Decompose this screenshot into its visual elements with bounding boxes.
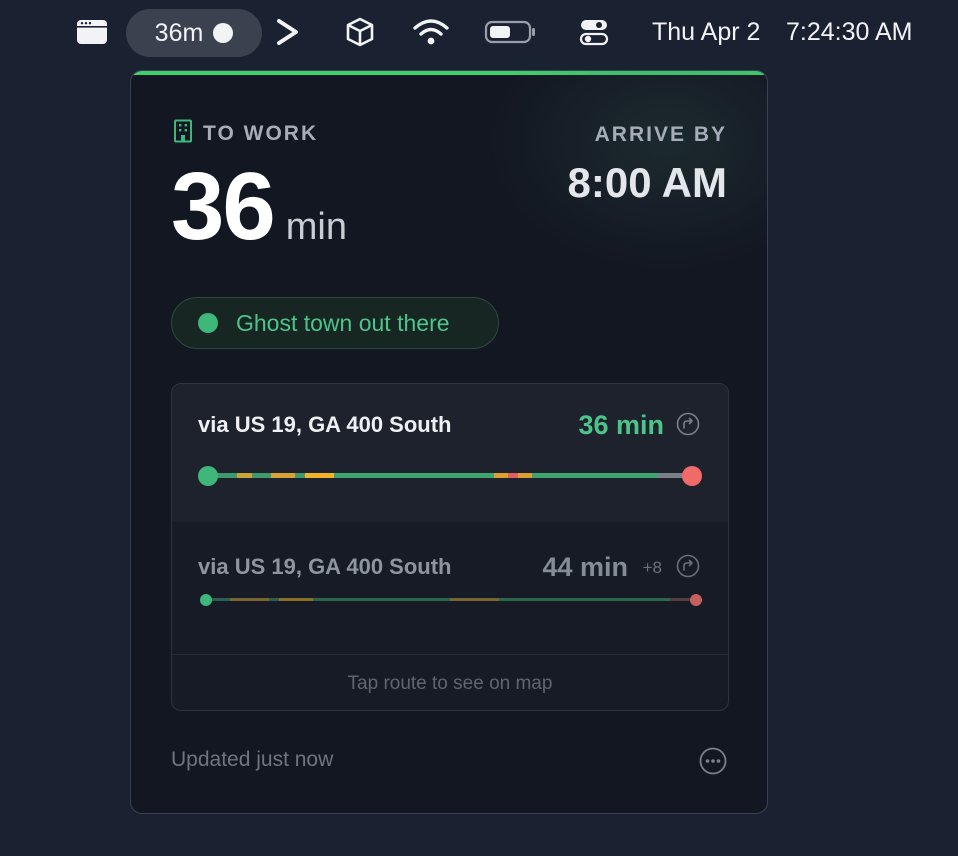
route-start-dot <box>198 466 218 486</box>
menu-bar: 36m Thu Apr 2 7:24:30 AM <box>0 0 958 64</box>
destination-header: TO WORK <box>173 119 318 148</box>
traffic-segment <box>270 473 296 478</box>
duration-value: 36 <box>171 153 276 260</box>
menubar-date[interactable]: Thu Apr 2 <box>652 0 760 64</box>
traffic-status-badge: Ghost town out there <box>171 297 499 349</box>
wifi-icon[interactable] <box>410 0 452 64</box>
traffic-segment <box>230 598 270 601</box>
traffic-segment <box>251 473 271 478</box>
status-dot-icon <box>213 23 234 43</box>
control-center-icon[interactable] <box>576 0 612 64</box>
route-option-primary[interactable]: via US 19, GA 400 South 36 min <box>172 384 728 522</box>
travel-duration: 36 min <box>171 159 347 255</box>
route-time: 36 min <box>578 410 664 440</box>
route-start-dot <box>200 594 212 606</box>
traffic-segment <box>508 473 518 478</box>
traffic-segment <box>279 598 314 601</box>
route-traffic-track <box>206 598 694 601</box>
traffic-segment <box>333 473 494 478</box>
updated-timestamp: Updated just now <box>171 748 334 771</box>
traffic-segment <box>532 473 659 478</box>
open-route-icon[interactable] <box>676 554 700 578</box>
traffic-status-text: Ghost town out there <box>236 309 450 336</box>
traffic-segment <box>304 473 334 478</box>
route-name: via US 19, GA 400 South <box>198 554 452 579</box>
traffic-segment <box>498 598 670 601</box>
commute-popover: TO WORK 36 min ARRIVE BY 8:00 AM Ghost t… <box>130 70 768 814</box>
battery-icon[interactable] <box>482 0 538 64</box>
route-name: via US 19, GA 400 South <box>198 412 452 437</box>
traffic-segment <box>237 473 252 478</box>
routes-hint: Tap route to see on map <box>172 654 728 710</box>
route-time-delta: +8 <box>642 558 662 577</box>
chevron-right-icon[interactable] <box>270 0 306 64</box>
route-time: 44 min <box>542 552 628 582</box>
commute-status-label: 36m <box>154 18 204 47</box>
arrive-by-label: ARRIVE BY <box>594 123 727 146</box>
traffic-segment <box>313 598 450 601</box>
commute-status-item[interactable]: 36m <box>126 9 262 57</box>
traffic-segment <box>269 598 280 601</box>
open-route-icon[interactable] <box>676 412 700 436</box>
traffic-segment <box>450 598 499 601</box>
duration-unit: min <box>285 206 348 248</box>
menu-window-icon[interactable] <box>72 0 112 64</box>
destination-label: TO WORK <box>203 121 319 145</box>
route-end-dot <box>682 466 702 486</box>
traffic-status-dot <box>198 313 218 333</box>
arrive-by-time: 8:00 AM <box>567 159 728 206</box>
route-option-alternate[interactable]: via US 19, GA 400 South 44 min +8 <box>172 522 728 654</box>
building-icon <box>173 119 193 148</box>
route-list: via US 19, GA 400 South 36 min via US 19… <box>171 383 729 711</box>
menubar-clock[interactable]: 7:24:30 AM <box>786 0 912 64</box>
more-options-icon[interactable] <box>699 747 727 775</box>
traffic-segment <box>493 473 509 478</box>
cube-icon[interactable] <box>340 0 380 64</box>
route-end-dot <box>690 594 702 606</box>
traffic-segment <box>295 473 305 478</box>
route-traffic-track <box>208 473 692 478</box>
traffic-segment <box>517 473 533 478</box>
